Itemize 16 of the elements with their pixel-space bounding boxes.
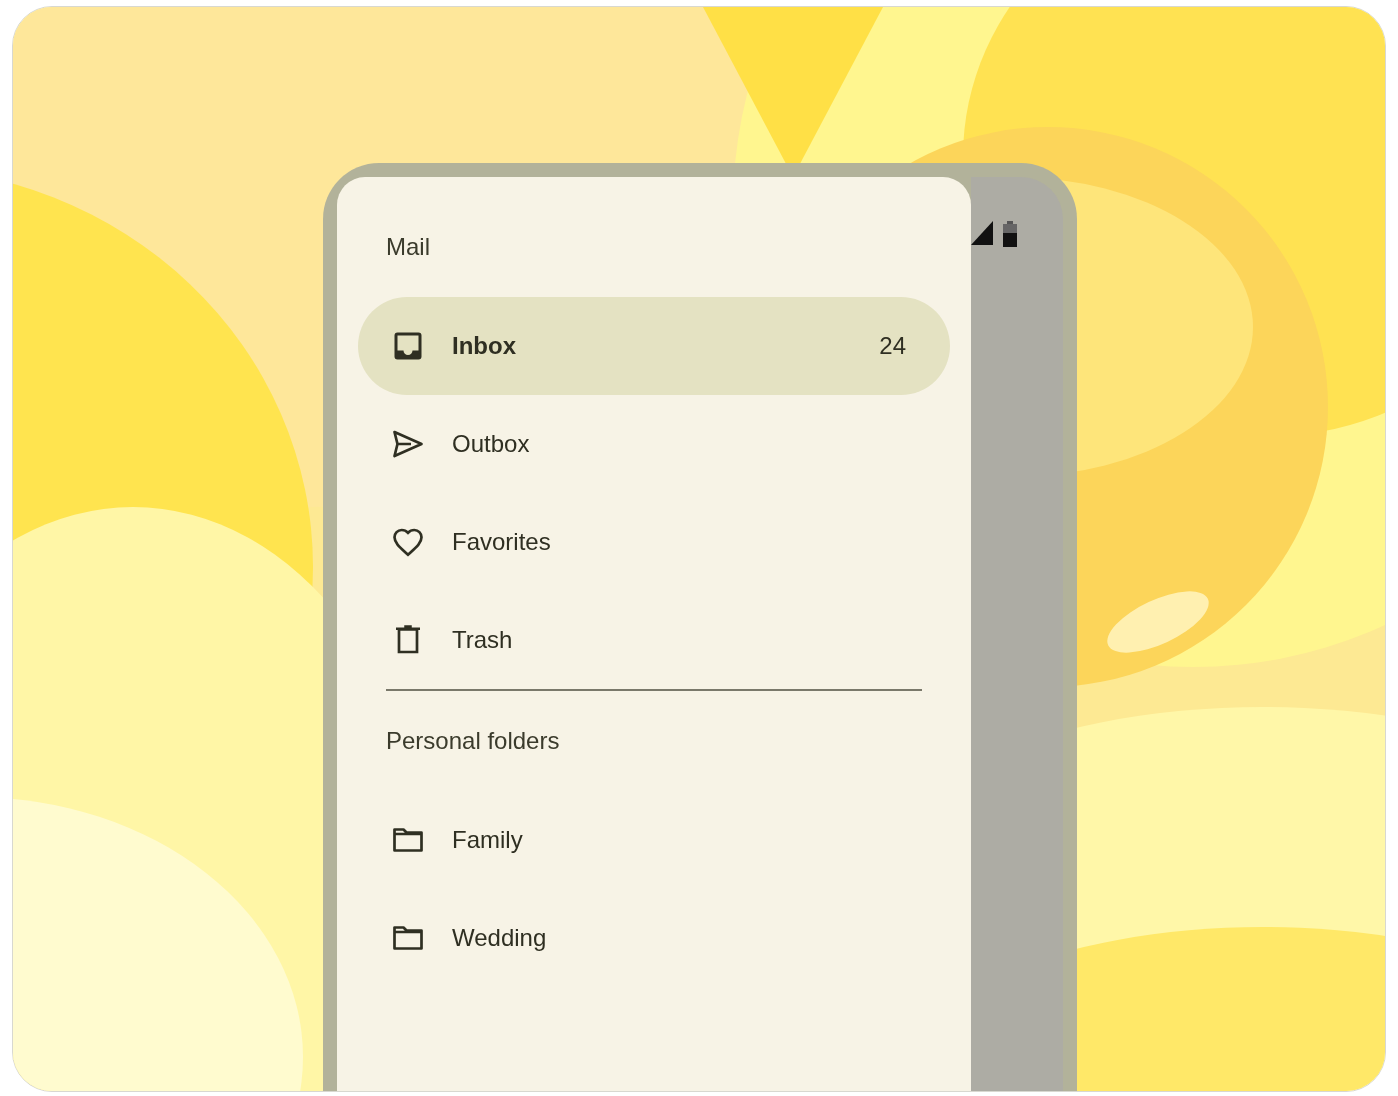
battery-icon [1003, 221, 1017, 247]
item-label: Outbox [452, 429, 530, 459]
item-label: Trash [452, 625, 513, 655]
item-label: Inbox [452, 331, 516, 361]
drawer-item[interactable]: Wedding [358, 889, 950, 987]
item-label: Favorites [452, 527, 551, 557]
unread-count: 24 [879, 331, 906, 361]
drawer-item[interactable]: Favorites [358, 493, 950, 591]
drawer-item[interactable]: Outbox [358, 395, 950, 493]
drawer-title: Mail [385, 232, 431, 262]
item-label: Wedding [452, 923, 547, 953]
drawer-item[interactable]: Family [358, 791, 950, 889]
drawer-item[interactable]: Trash [358, 591, 950, 689]
item-label: Family [452, 825, 523, 855]
section-title: Personal folders [385, 726, 561, 756]
drawer-item[interactable]: Inbox 24 [358, 297, 950, 395]
